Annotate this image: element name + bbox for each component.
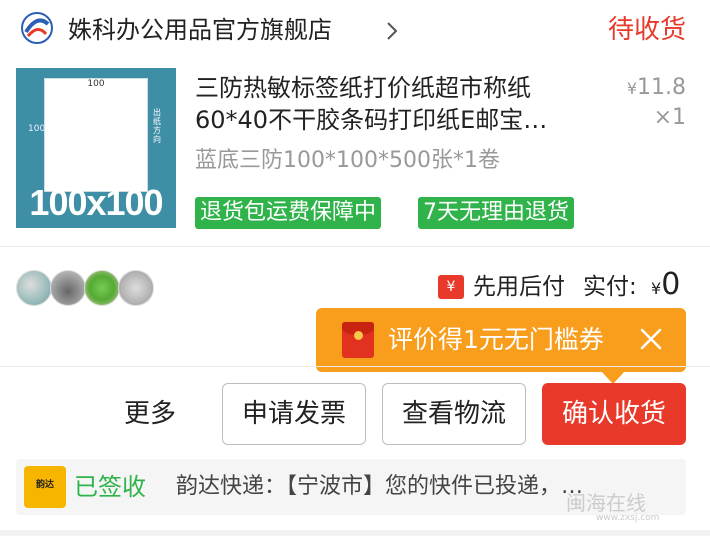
- chevron-right-icon[interactable]: [382, 20, 402, 42]
- red-envelope-icon: [342, 322, 374, 358]
- courier-logo: 韵达: [24, 466, 66, 508]
- avatar: [16, 270, 52, 306]
- product-thumbnail[interactable]: 100 100 出纸方向 100x100: [16, 68, 176, 228]
- avatar: [118, 270, 154, 306]
- actions-divider: [0, 366, 710, 367]
- product-title-line-2: 60*40不干胶条码打印纸E邮宝…: [195, 106, 548, 134]
- product-price: ¥11.8: [627, 74, 686, 103]
- thumb-top-dimension: 100: [87, 79, 105, 89]
- section-divider: [0, 246, 710, 247]
- bottom-strip: [0, 530, 710, 536]
- paid-amount: ¥0: [651, 266, 680, 308]
- request-invoice-button[interactable]: 申请发票: [222, 383, 366, 445]
- thumb-size-caption: 100x100: [29, 182, 163, 223]
- product-sku: 蓝底三防100*100*500张*1卷: [195, 148, 500, 173]
- confirm-receipt-button[interactable]: 确认收货: [542, 383, 686, 445]
- product-title[interactable]: 三防热敏标签纸打价纸超市称纸 60*40不干胶条码打印纸E邮宝…: [195, 72, 603, 136]
- courier-logo-text: 韵达: [35, 480, 54, 490]
- label-sheet-graphic: 100: [44, 78, 148, 192]
- coupon-tip-text: 评价得1元无门槛券: [388, 325, 604, 354]
- tracking-status: 已签收: [74, 473, 146, 501]
- product-quantity: ×1: [653, 105, 686, 130]
- avatar: [84, 270, 120, 306]
- thumb-side-dimension: 100: [28, 124, 46, 134]
- paid-label: 实付:: [583, 274, 637, 300]
- order-status: 待收货: [607, 15, 686, 45]
- tag-seven-day-return: 7天无理由退货: [418, 197, 574, 229]
- watermark-url: www.zxsj.com: [596, 513, 660, 523]
- tag-return-shipping-insurance: 退货包运费保障中: [195, 197, 382, 229]
- pay-method-label: 先用后付: [473, 274, 565, 300]
- price-currency: ¥: [626, 79, 638, 98]
- price-value: 11.8: [637, 75, 686, 100]
- review-coupon-tooltip[interactable]: 评价得1元无门槛券: [316, 308, 686, 384]
- shop-name[interactable]: 姝科办公用品官方旗舰店: [68, 14, 332, 46]
- pay-later-icon: ¥: [438, 275, 464, 299]
- more-button[interactable]: 更多: [124, 396, 176, 432]
- avatar: [50, 270, 86, 306]
- paid-value: 0: [661, 267, 681, 302]
- product-title-line-1: 三防热敏标签纸打价纸超市称纸: [195, 74, 531, 102]
- shop-logo: [16, 10, 58, 52]
- view-logistics-button[interactable]: 查看物流: [382, 383, 526, 445]
- close-icon[interactable]: [636, 324, 666, 354]
- paid-currency: ¥: [651, 279, 662, 298]
- shop-header[interactable]: 姝科办公用品官方旗舰店 待收货: [0, 0, 710, 62]
- paper-direction-label: 出纸方向: [153, 108, 161, 144]
